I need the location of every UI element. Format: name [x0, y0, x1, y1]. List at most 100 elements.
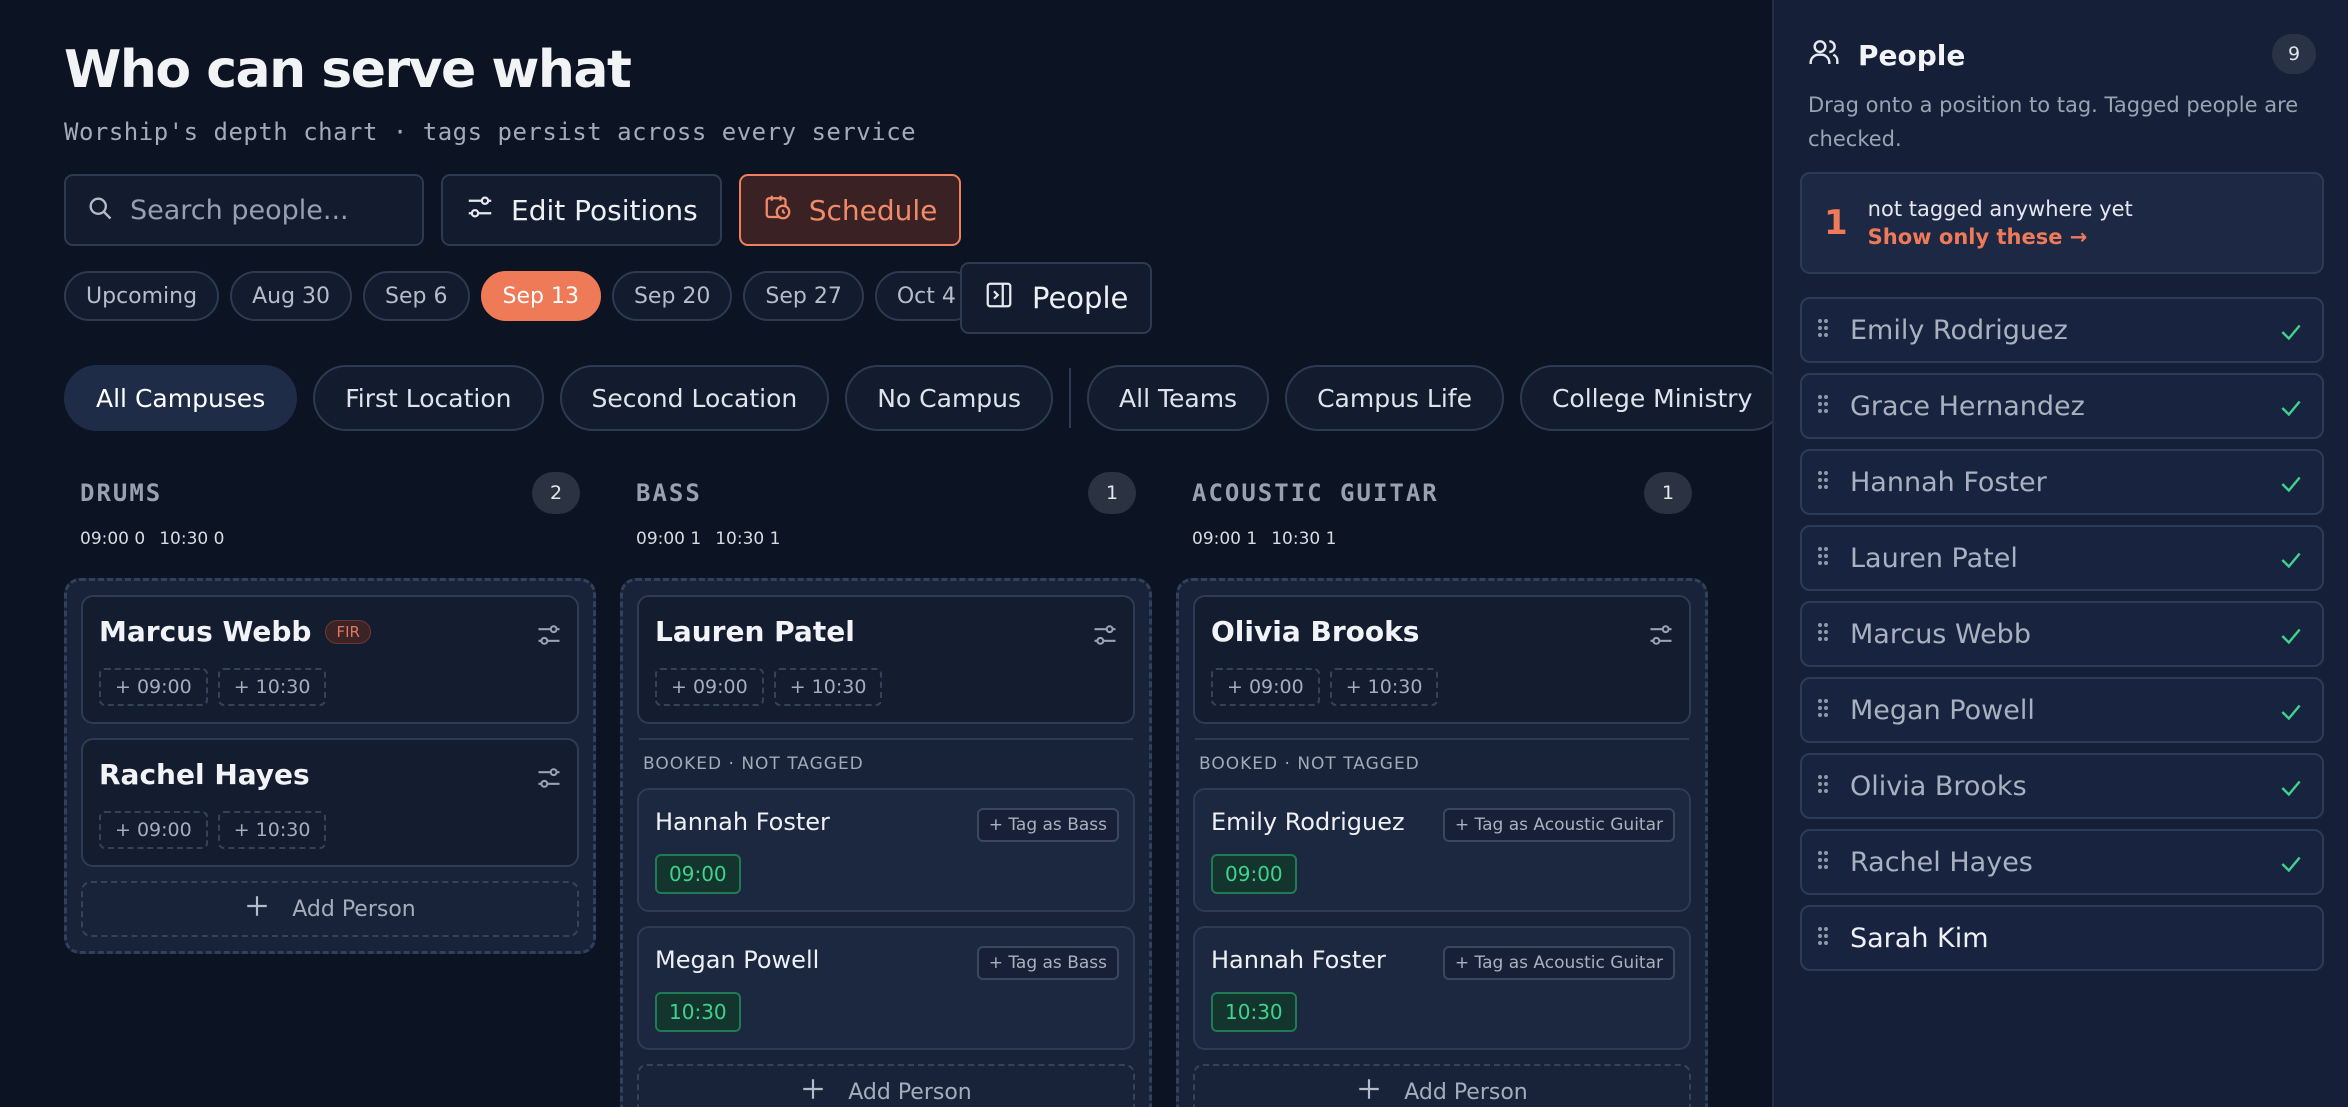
sliders-icon[interactable] [1647, 621, 1675, 653]
add-person-button[interactable]: Add Person [637, 1064, 1135, 1107]
plus-icon [1356, 1076, 1382, 1107]
add-time-button[interactable]: + 09:00 [1211, 668, 1320, 706]
sidebar-header: People [1808, 36, 1965, 75]
check-icon [2278, 851, 2304, 881]
sliders-icon[interactable] [535, 621, 563, 653]
section-divider [1195, 738, 1689, 740]
add-person-button[interactable]: Add Person [1193, 1064, 1691, 1107]
date-pill-sep-6[interactable]: Sep 6 [363, 271, 470, 321]
add-person-label: Add Person [1404, 1079, 1528, 1105]
grip-icon[interactable] [1816, 925, 1830, 951]
filter-first-location[interactable]: First Location [313, 365, 544, 431]
booked-person-card[interactable]: Hannah Foster + Tag as Bass 09:00 [637, 788, 1135, 912]
add-person-button[interactable]: Add Person [81, 881, 579, 937]
person-row[interactable]: Megan Powell [1800, 677, 2324, 743]
add-time-button[interactable]: + 09:00 [655, 668, 764, 706]
check-icon [2278, 699, 2304, 729]
slot-count: 10:30 1 [1271, 529, 1337, 549]
person-row[interactable]: Rachel Hayes [1800, 829, 2324, 895]
person-row[interactable]: Olivia Brooks [1800, 753, 2324, 819]
person-row[interactable]: Hannah Foster [1800, 449, 2324, 515]
grip-icon[interactable] [1816, 317, 1830, 343]
column-header: DRUMS 2 [64, 470, 596, 516]
person-name: Emily Rodriguez [1850, 314, 2068, 346]
person-row[interactable]: Lauren Patel [1800, 525, 2324, 591]
filter-second-location[interactable]: Second Location [559, 365, 830, 431]
grip-icon[interactable] [1816, 621, 1830, 647]
date-pill-sep-20[interactable]: Sep 20 [611, 271, 733, 321]
booked-person-card[interactable]: Emily Rodriguez + Tag as Acoustic Guitar… [1193, 788, 1691, 912]
untagged-count: 1 [1824, 203, 1848, 243]
filter-college-ministry[interactable]: College Ministry [1519, 365, 1772, 431]
tagged-person-card[interactable]: Marcus Webb FIR + 09:00 + 10:30 [81, 595, 579, 724]
position-count-badge: 1 [1644, 472, 1692, 514]
tagged-person-card[interactable]: Olivia Brooks + 09:00 + 10:30 [1193, 595, 1691, 724]
filter-all-campuses[interactable]: All Campuses [64, 365, 298, 431]
filter-all-teams[interactable]: All Teams [1087, 365, 1270, 431]
position-column-acoustic-guitar: ACOUSTIC GUITAR 1 09:00 1 10:30 1 Olivia… [1176, 470, 1708, 1107]
booked-person-card[interactable]: Megan Powell + Tag as Bass 10:30 [637, 926, 1135, 1050]
add-time-button[interactable]: + 09:00 [99, 811, 208, 849]
check-icon [2278, 471, 2304, 501]
add-time-button[interactable]: + 10:30 [1329, 668, 1439, 706]
filter-no-campus[interactable]: No Campus [845, 365, 1054, 431]
grip-icon[interactable] [1816, 469, 1830, 495]
booked-person-card[interactable]: Hannah Foster + Tag as Acoustic Guitar 1… [1193, 926, 1691, 1050]
drop-zone[interactable]: Olivia Brooks + 09:00 + 10:30 BOOKED · N… [1176, 578, 1708, 1107]
grip-icon[interactable] [1816, 773, 1830, 799]
page-title: Who can serve what [64, 40, 632, 100]
search-input[interactable] [130, 194, 400, 226]
search-box[interactable] [64, 174, 424, 246]
slot-summary: 09:00 0 10:30 0 [64, 516, 596, 562]
person-row[interactable]: Sarah Kim [1800, 905, 2324, 971]
filter-campus-life[interactable]: Campus Life [1285, 365, 1504, 431]
slot-summary: 09:00 1 10:30 1 [620, 516, 1152, 562]
person-row[interactable]: Marcus Webb [1800, 601, 2324, 667]
tag-as-position-button[interactable]: + Tag as Bass [976, 946, 1119, 980]
edit-positions-button[interactable]: Edit Positions [441, 174, 722, 246]
person-row[interactable]: Emily Rodriguez [1800, 297, 2324, 363]
position-name: DRUMS [80, 479, 163, 507]
date-pill-sep-13[interactable]: Sep 13 [480, 271, 601, 321]
grip-icon[interactable] [1816, 849, 1830, 875]
tag-as-position-button[interactable]: + Tag as Acoustic Guitar [1442, 946, 1675, 980]
tagged-person-card[interactable]: Lauren Patel + 09:00 + 10:30 [637, 595, 1135, 724]
slot-count: 09:00 1 [636, 529, 702, 549]
booked-not-tagged-label: BOOKED · NOT TAGGED [1199, 754, 1420, 774]
schedule-button[interactable]: Schedule [738, 174, 962, 246]
campus-team-filter-bar: All Campuses First Location Second Locat… [64, 365, 1772, 431]
date-pill-aug-30[interactable]: Aug 30 [230, 271, 353, 321]
filter-divider [1069, 368, 1072, 428]
slot-count: 10:30 1 [715, 529, 781, 549]
date-pill-upcoming[interactable]: Upcoming [64, 271, 220, 321]
tagged-person-card[interactable]: Rachel Hayes + 09:00 + 10:30 [81, 738, 579, 867]
position-column-drums: DRUMS 2 09:00 0 10:30 0 Marcus Webb FIR … [64, 470, 596, 954]
grip-icon[interactable] [1816, 393, 1830, 419]
section-divider [639, 738, 1133, 740]
campus-badge: FIR [325, 619, 371, 644]
panel-right-icon [984, 280, 1014, 317]
drop-zone[interactable]: Lauren Patel + 09:00 + 10:30 BOOKED · NO… [620, 578, 1152, 1107]
plus-icon [244, 893, 270, 925]
add-time-button[interactable]: + 09:00 [99, 668, 208, 706]
date-pill-sep-27[interactable]: Sep 27 [743, 271, 864, 321]
check-icon [2278, 319, 2304, 349]
person-row[interactable]: Grace Hernandez [1800, 373, 2324, 439]
person-name: Marcus Webb [99, 615, 312, 648]
tag-as-position-button[interactable]: + Tag as Bass [976, 808, 1119, 842]
people-count-badge: 9 [2272, 34, 2316, 74]
tag-as-position-button[interactable]: + Tag as Acoustic Guitar [1442, 808, 1675, 842]
sliders-icon[interactable] [535, 764, 563, 796]
add-time-button[interactable]: + 10:30 [773, 668, 883, 706]
add-time-button[interactable]: + 10:30 [217, 668, 327, 706]
show-untagged-link[interactable]: Show only these → [1868, 225, 2133, 249]
grip-icon[interactable] [1816, 545, 1830, 571]
add-time-button[interactable]: + 10:30 [217, 811, 327, 849]
service-time-chip: 10:30 [655, 992, 741, 1032]
drop-zone[interactable]: Marcus Webb FIR + 09:00 + 10:30 Rachel H… [64, 578, 596, 954]
grip-icon[interactable] [1816, 697, 1830, 723]
people-panel-toggle[interactable]: People [960, 262, 1153, 334]
date-filter-bar: Upcoming Aug 30 Sep 6 Sep 13 Sep 20 Sep … [64, 271, 1025, 321]
sliders-icon[interactable] [1091, 621, 1119, 653]
person-name: Lauren Patel [1850, 542, 2018, 574]
